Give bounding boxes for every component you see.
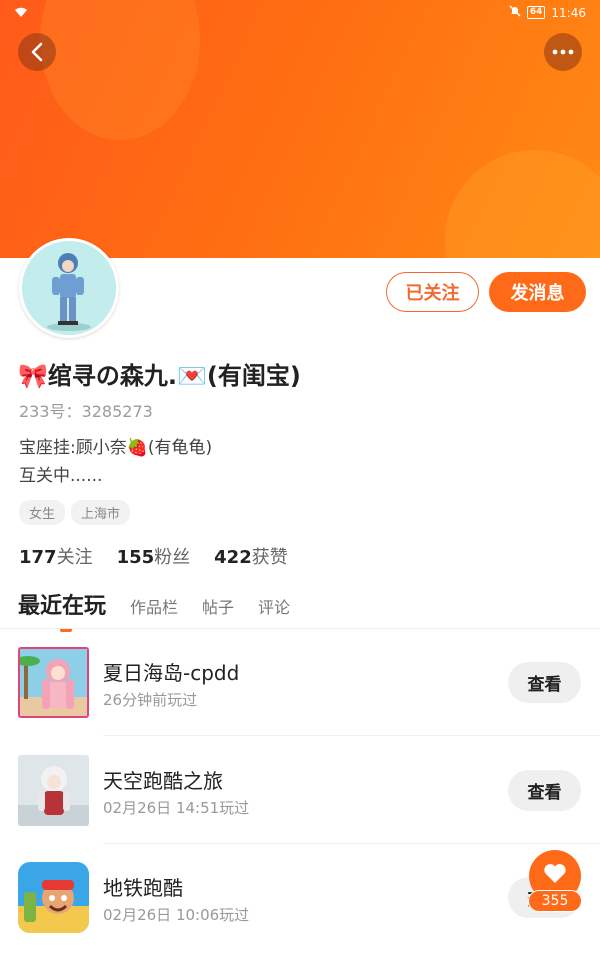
chevron-left-icon bbox=[31, 42, 43, 62]
wifi-icon bbox=[14, 6, 28, 21]
divider bbox=[103, 735, 600, 736]
game-name: 地铁跑酷 bbox=[103, 876, 183, 900]
bio-line: 宝座挂:顾小奈🍓(有龟龟) bbox=[19, 438, 213, 458]
game-thumbnail bbox=[18, 755, 89, 826]
stat-number: 422 bbox=[214, 547, 252, 568]
view-button[interactable]: 查看 bbox=[508, 770, 581, 811]
tag-location: 上海市 bbox=[71, 500, 131, 525]
avatar[interactable] bbox=[19, 238, 119, 338]
stat-label: 粉丝 bbox=[154, 547, 191, 568]
stat-number: 155 bbox=[116, 547, 155, 568]
game-played-time: 02月26日 10:06玩过 bbox=[103, 906, 250, 924]
tab-recently-played[interactable]: 最近在玩 bbox=[18, 588, 106, 632]
status-time: 11:46 bbox=[551, 5, 586, 20]
list-item[interactable]: 地铁跑酷 02月26日 10:06玩过 查看 bbox=[18, 862, 600, 960]
like-count: 355 bbox=[528, 890, 582, 912]
divider bbox=[103, 843, 600, 844]
username: 🎀绾寻の森九.💌(有闺宝) bbox=[18, 362, 301, 390]
tab-works[interactable]: 作品栏 bbox=[130, 594, 178, 618]
mute-icon bbox=[509, 5, 521, 20]
view-button[interactable]: 查看 bbox=[508, 662, 581, 703]
game-name: 天空跑酷之旅 bbox=[103, 769, 223, 793]
stat-following[interactable]: 177关注 bbox=[19, 543, 93, 569]
status-bar: 64 11:46 bbox=[0, 0, 600, 26]
list-item[interactable]: 天空跑酷之旅 02月26日 14:51玩过 查看 bbox=[18, 755, 600, 861]
banner-decoration bbox=[445, 150, 600, 258]
battery-icon: 64 bbox=[526, 6, 546, 19]
stat-likes: 422获赞 bbox=[214, 543, 288, 569]
more-dots-icon bbox=[552, 49, 574, 55]
tabs-divider bbox=[0, 628, 600, 629]
game-thumbnail bbox=[18, 862, 89, 933]
tag-list: 女生 上海市 bbox=[19, 500, 131, 525]
tab-comments[interactable]: 评论 bbox=[258, 594, 290, 618]
user-id: 233号：3285273 bbox=[19, 402, 153, 421]
game-played-time: 02月26日 14:51玩过 bbox=[103, 799, 250, 817]
stat-label: 关注 bbox=[56, 547, 93, 568]
game-thumbnail bbox=[18, 647, 89, 718]
more-button[interactable] bbox=[544, 33, 582, 71]
profile-tabs: 最近在玩 作品栏 帖子 评论 bbox=[18, 588, 290, 632]
send-message-button[interactable]: 发消息 bbox=[489, 272, 586, 312]
bio-line: 互关中...... bbox=[19, 466, 103, 486]
bio: 宝座挂:顾小奈🍓(有龟龟) 互关中...... bbox=[19, 434, 212, 490]
game-name: 夏日海岛-cpdd bbox=[103, 661, 240, 685]
game-played-time: 26分钟前玩过 bbox=[103, 691, 198, 709]
tag-gender: 女生 bbox=[19, 500, 66, 525]
stat-label: 获赞 bbox=[251, 547, 288, 568]
stats-row: 177关注 155粉丝 422获赞 bbox=[19, 543, 288, 569]
heart-icon bbox=[544, 864, 566, 883]
followed-button[interactable]: 已关注 bbox=[386, 272, 479, 312]
list-item[interactable]: 夏日海岛-cpdd 26分钟前玩过 查看 bbox=[18, 647, 600, 753]
back-button[interactable] bbox=[18, 33, 56, 71]
avatar-image bbox=[22, 241, 116, 335]
stat-followers[interactable]: 155粉丝 bbox=[117, 543, 191, 569]
tab-posts[interactable]: 帖子 bbox=[202, 594, 234, 618]
profile-banner bbox=[0, 0, 600, 258]
stat-number: 177 bbox=[19, 547, 57, 568]
